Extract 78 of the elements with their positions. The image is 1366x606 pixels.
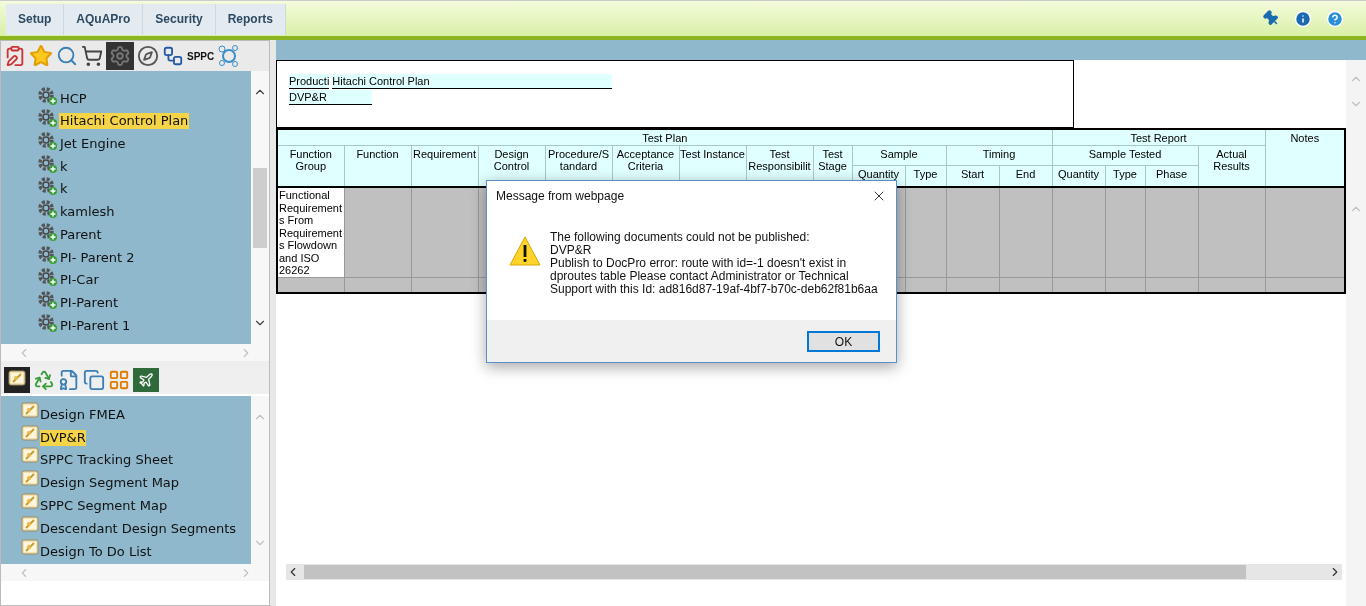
- document-item[interactable]: Design To Do List: [40, 543, 152, 560]
- gear-plus-icon: [37, 268, 59, 289]
- document-pencil-icon: [21, 493, 40, 510]
- tree-item[interactable]: HCP: [59, 90, 88, 107]
- gear-plus-icon: [37, 177, 59, 198]
- dialog-message: The following documents could not be published:: [550, 231, 811, 244]
- table-cell: Functional Requirements From Requirements Flowdown and ISO 26262: [277, 187, 344, 277]
- tree-scrollbar[interactable]: [251, 71, 269, 344]
- column-header: Test Report: [1052, 129, 1266, 145]
- tree-item[interactable]: k: [59, 158, 69, 175]
- dialog-message: Publish to DocPro error: route with id=-1 doesn't exist in dproutes table Please contact Administrator or Technical Support with this Id: ad816d87-19af-4bf7-b70c-deb62f81b6aa: [550, 257, 879, 296]
- gear-plus-icon: [37, 154, 59, 175]
- help-icon[interactable]: [1326, 9, 1344, 28]
- exit-tool-button[interactable]: [133, 368, 159, 392]
- dialog-title: Message from webpage: [496, 188, 625, 205]
- document-pencil-icon: [21, 401, 40, 419]
- sppc-tool-label[interactable]: SPPC: [187, 48, 215, 64]
- document-item[interactable]: Design Segment Map: [40, 475, 180, 492]
- search-icon[interactable]: [56, 45, 78, 67]
- copy-icon[interactable]: [83, 369, 105, 391]
- gear-plus-icon: [37, 109, 59, 130]
- document-item[interactable]: SPPC Tracking Sheet: [40, 452, 173, 469]
- gear-plus-icon: [37, 313, 59, 334]
- gear-icon: [109, 45, 131, 67]
- dialog-message: DVP&R: [550, 244, 592, 257]
- flowchart-icon[interactable]: [162, 45, 184, 67]
- document-pencil-icon: [21, 424, 40, 442]
- menu-tab[interactable]: Setup: [6, 3, 65, 35]
- gear-plus-icon: [37, 200, 59, 221]
- column-header: Function: [344, 145, 411, 187]
- bubbles-icon[interactable]: [217, 44, 240, 68]
- tree-item[interactable]: Jet Engine: [59, 136, 127, 153]
- form-edit-icon[interactable]: [4, 45, 26, 67]
- document-item[interactable]: DVP&R: [40, 429, 86, 446]
- cart-icon[interactable]: [81, 45, 103, 67]
- column-header: Notes: [1265, 129, 1346, 187]
- tree-item[interactable]: Parent: [59, 226, 103, 243]
- info-icon[interactable]: [1294, 9, 1312, 28]
- document-pencil-icon: [21, 447, 40, 465]
- document-item[interactable]: SPPC Segment Map: [40, 498, 168, 514]
- ok-button[interactable]: OK: [807, 330, 880, 352]
- tree-item[interactable]: k: [59, 181, 69, 198]
- content-horizontal-scrollbar[interactable]: [286, 564, 1342, 580]
- document-pencil-icon: [21, 515, 40, 533]
- document-field[interactable]: DVP&R: [289, 90, 372, 105]
- menu-tab[interactable]: Reports: [215, 3, 287, 35]
- scroll-thumb[interactable]: [304, 565, 1246, 579]
- menu-tab[interactable]: AQuAPro: [64, 3, 144, 35]
- column-header: Actual Results: [1198, 145, 1266, 187]
- tree-item[interactable]: PI- Parent 2: [59, 249, 136, 266]
- document-pencil-icon: [21, 538, 40, 556]
- document-item[interactable]: Descendant Design Segments: [40, 520, 237, 537]
- gear-plus-icon: [37, 222, 59, 243]
- tree-item[interactable]: Hitachi Control Plan: [59, 113, 190, 130]
- document-pencil-icon: [7, 369, 27, 387]
- tree-item[interactable]: PI-Car: [59, 272, 100, 289]
- tree-item[interactable]: PI-Parent: [59, 294, 119, 311]
- warning-icon: [509, 236, 541, 266]
- menu-tab[interactable]: Security: [143, 3, 216, 35]
- tree-item[interactable]: kamlesh: [59, 204, 116, 221]
- column-header: Requirement: [411, 145, 478, 187]
- certificate-icon[interactable]: [58, 369, 80, 391]
- gear-plus-icon: [37, 132, 59, 153]
- gear-plus-icon: [37, 86, 59, 107]
- document-pencil-icon: [21, 470, 40, 488]
- gear-plus-icon: [37, 245, 59, 266]
- tree-item[interactable]: PI-Parent 1: [59, 317, 132, 334]
- scroll-thumb[interactable]: [253, 167, 267, 248]
- star-icon[interactable]: [29, 44, 53, 68]
- column-header: Function Group: [277, 145, 344, 187]
- document-tool-button[interactable]: [4, 367, 30, 393]
- document-item[interactable]: Design FMEA: [40, 406, 125, 423]
- column-header: Test Plan: [277, 129, 1053, 145]
- product-field[interactable]: Hitachi Control Plan: [332, 74, 613, 89]
- product-label: Producti: [289, 74, 330, 89]
- gear-plus-icon: [37, 290, 59, 311]
- airplane-icon: [138, 372, 154, 388]
- recycle-icon[interactable]: [33, 369, 55, 391]
